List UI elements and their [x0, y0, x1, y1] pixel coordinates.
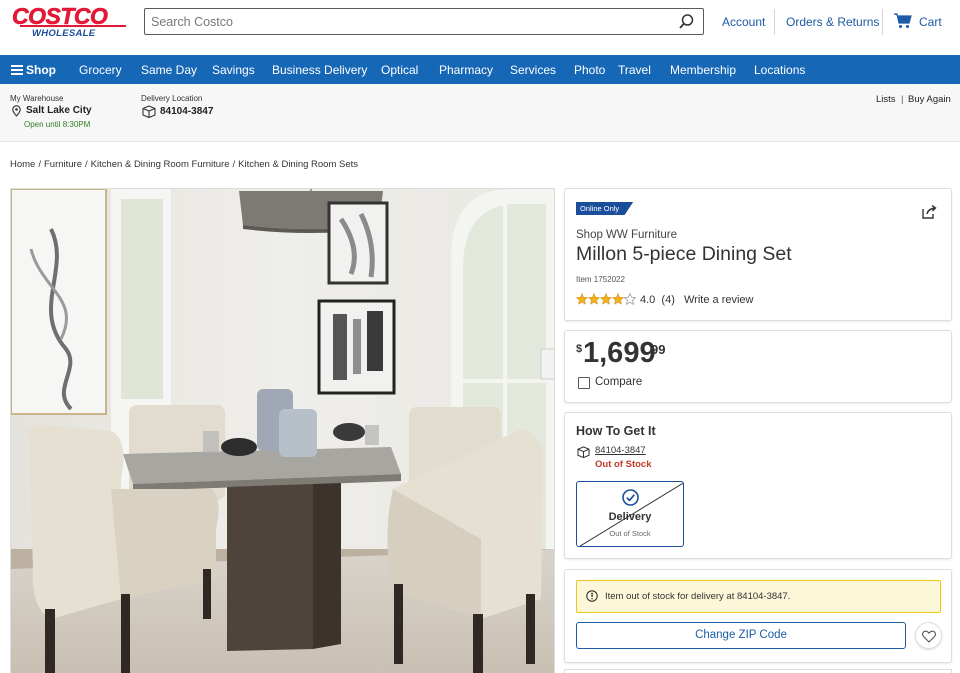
- nav-item-travel[interactable]: Travel: [618, 63, 651, 77]
- how-to-get-it-heading: How To Get It: [576, 424, 656, 438]
- breadcrumb-home[interactable]: Home: [10, 159, 35, 170]
- nav-item-membership[interactable]: Membership: [670, 63, 736, 77]
- breadcrumb-separator: /: [232, 159, 236, 170]
- location-bar: My Warehouse Salt Lake City Open until 8…: [0, 84, 960, 142]
- dining-set-photo: [11, 189, 554, 673]
- next-card-edge: [564, 669, 952, 673]
- nav-item-business-delivery[interactable]: Business Delivery: [272, 63, 367, 77]
- share-icon[interactable]: [922, 205, 937, 219]
- svg-text:WHOLESALE: WHOLESALE: [32, 28, 96, 38]
- orders-returns-link[interactable]: Orders & Returns: [786, 15, 879, 29]
- online-only-badge: Online Only: [576, 202, 634, 215]
- info-icon: [586, 590, 598, 602]
- warehouse-label: My Warehouse: [10, 94, 64, 103]
- box-icon: [142, 105, 156, 118]
- check-circle-icon: [622, 489, 639, 506]
- lists-link[interactable]: Lists: [876, 94, 896, 105]
- cart-icon[interactable]: [894, 13, 912, 29]
- nav-item-locations[interactable]: Locations: [754, 63, 805, 77]
- breadcrumb-furniture[interactable]: Furniture: [44, 159, 82, 170]
- header-divider: [774, 9, 775, 35]
- product-image[interactable]: [10, 188, 555, 673]
- nav-item-savings[interactable]: Savings: [212, 63, 255, 77]
- box-icon: [577, 446, 590, 458]
- item-number: Item 1752022: [576, 275, 625, 284]
- delivery-zip[interactable]: 84104-3847: [160, 106, 213, 117]
- alert-message: Item out of stock for delivery at 84104-…: [605, 591, 791, 602]
- price-currency: $: [576, 343, 583, 355]
- buy-again-link[interactable]: Buy Again: [908, 94, 951, 105]
- fulfillment-zip-link[interactable]: 84104-3847: [595, 445, 646, 456]
- account-link[interactable]: Account: [722, 15, 765, 29]
- location-pin-icon: [12, 105, 21, 117]
- write-review-link[interactable]: Write a review: [684, 294, 753, 306]
- heart-icon: [922, 630, 936, 643]
- breadcrumb-dining-sets[interactable]: Kitchen & Dining Room Sets: [238, 159, 358, 170]
- compare-label[interactable]: Compare: [595, 376, 642, 388]
- nav-item-services[interactable]: Services: [510, 63, 556, 77]
- favorite-button[interactable]: [915, 622, 942, 649]
- stock-status: Out of Stock: [595, 459, 652, 470]
- delivery-location-label: Delivery Location: [141, 94, 203, 103]
- costco-logo[interactable]: COSTCO WHOLESALE: [10, 4, 128, 38]
- rating-value: 4.0 (4): [640, 294, 675, 306]
- header-divider: [882, 9, 883, 35]
- price-cents: 99: [651, 342, 666, 357]
- out-of-stock-alert: Item out of stock for delivery at 84104-…: [576, 580, 941, 613]
- delivery-option[interactable]: Delivery Out of Stock: [576, 481, 684, 547]
- product-info-card: Online Only Shop WW Furniture Millon 5-p…: [564, 188, 952, 321]
- delivery-title: Delivery: [608, 511, 652, 523]
- nav-item-optical[interactable]: Optical: [381, 63, 418, 77]
- delivery-status: Out of Stock: [609, 529, 651, 538]
- main-nav: Shop Grocery Same Day Savings Business D…: [0, 55, 960, 84]
- search-icon[interactable]: [678, 13, 695, 30]
- menu-icon[interactable]: [11, 65, 23, 75]
- price-whole: 1,699: [583, 337, 656, 369]
- breadcrumb-kitchen-dining-furniture[interactable]: Kitchen & Dining Room Furniture: [91, 159, 230, 170]
- fulfillment-card: How To Get It 84104-3847 Out of Stock De…: [564, 412, 952, 559]
- product-title: Millon 5-piece Dining Set: [576, 243, 792, 265]
- links-divider: |: [901, 94, 904, 105]
- nav-shop[interactable]: Shop: [26, 63, 56, 77]
- breadcrumb-separator: /: [85, 159, 88, 170]
- nav-item-photo[interactable]: Photo: [574, 63, 605, 77]
- search-input[interactable]: [145, 9, 665, 34]
- search-bar: [144, 8, 704, 35]
- cart-link[interactable]: Cart: [919, 15, 942, 29]
- warehouse-hours: Open until 8:30PM: [24, 120, 91, 129]
- site-header: COSTCO WHOLESALE Account Orders & Return…: [0, 0, 960, 55]
- compare-checkbox[interactable]: [578, 377, 590, 389]
- price-card: $ 1,699 99 Compare: [564, 330, 952, 403]
- change-zip-button[interactable]: Change ZIP Code: [576, 622, 906, 649]
- breadcrumb-separator: /: [38, 159, 41, 170]
- nav-item-pharmacy[interactable]: Pharmacy: [439, 63, 493, 77]
- star-rating-icon[interactable]: [576, 293, 636, 306]
- delivery-alert-card: Item out of stock for delivery at 84104-…: [564, 569, 952, 663]
- breadcrumb: Home / Furniture / Kitchen & Dining Room Fur…: [10, 159, 358, 170]
- brand-link[interactable]: Shop WW Furniture: [576, 229, 677, 241]
- warehouse-name[interactable]: Salt Lake City: [26, 105, 92, 116]
- nav-item-grocery[interactable]: Grocery: [79, 63, 122, 77]
- nav-item-same-day[interactable]: Same Day: [141, 63, 197, 77]
